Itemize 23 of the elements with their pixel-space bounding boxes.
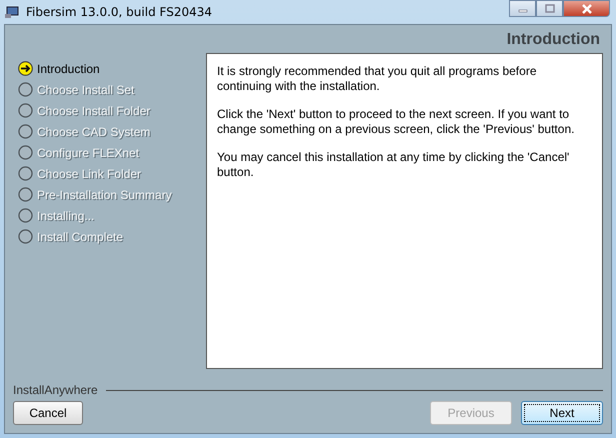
step-label: Choose Link Folder	[37, 166, 142, 180]
step-label: Choose Install Folder	[37, 104, 150, 118]
step-label: Choose CAD System	[37, 124, 150, 138]
step-label: Introduction	[37, 62, 100, 76]
window-title: Fibersim 13.0.0, build FS20434	[26, 5, 212, 19]
maximize-icon	[544, 4, 554, 13]
paragraph: You may cancel this installation at any time by clicking the 'Cancel' button.	[217, 150, 570, 180]
minimize-button[interactable]	[509, 0, 536, 17]
step-label: Install Complete	[37, 230, 124, 244]
close-icon	[580, 4, 592, 14]
paragraph: It is strongly recommended that you quit all programs before continuing with the installation.	[217, 64, 538, 94]
paragraph: Click the 'Next' button to proceed to the next screen. If you want to change something on a previous screen, click the 'Previous' button.	[217, 107, 576, 137]
step-label: Choose Install Set	[37, 82, 134, 96]
wizard-button[interactable]: Next	[521, 401, 603, 425]
brand-label: InstallAnywhere	[13, 383, 98, 397]
page-heading: Introduction	[506, 31, 600, 49]
step-label: Installing...	[37, 208, 94, 222]
close-button[interactable]	[563, 0, 610, 17]
wizard-button[interactable]: Cancel	[13, 401, 83, 425]
maximize-button[interactable]	[536, 0, 563, 17]
app-icon	[4, 5, 20, 19]
step-label: Configure FLEXnet	[37, 146, 140, 160]
step-label: Pre-Installation Summary	[37, 188, 172, 202]
